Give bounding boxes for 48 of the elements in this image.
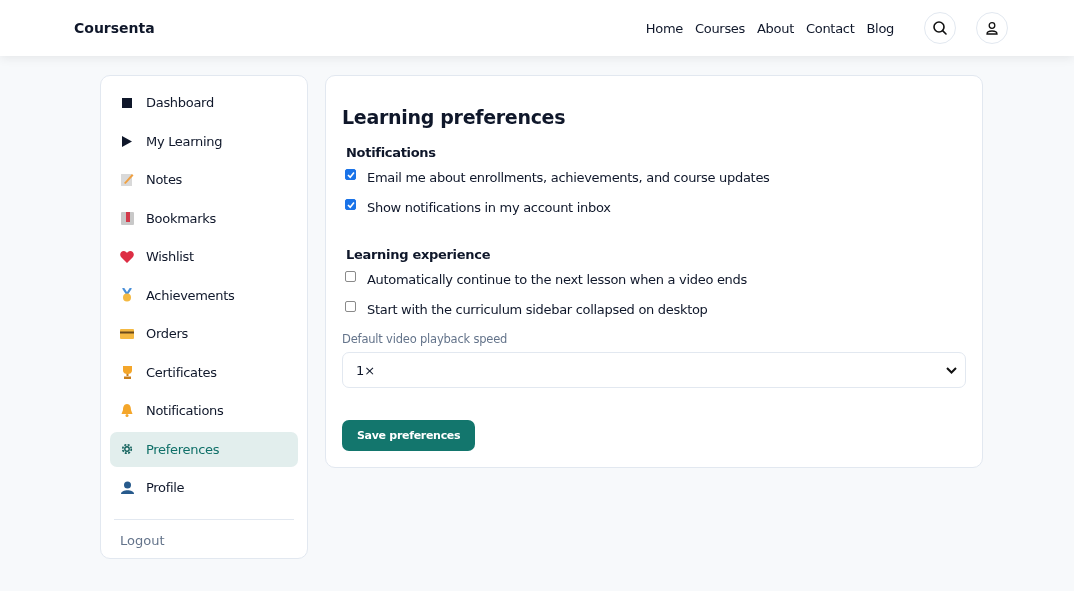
save-button[interactable]: Save preferences [342, 420, 476, 451]
checkbox-label: Show notifications in my account inbox [367, 200, 611, 215]
sidebar-item[interactable]: My Learning [110, 123, 298, 159]
chevron-down-icon [946, 366, 957, 374]
checkbox-label: Email me about enrollments, achievements, and course updates [367, 170, 770, 185]
bell-icon [121, 404, 133, 417]
checkbox[interactable] [345, 271, 356, 282]
sidebar-item[interactable]: Preferences [110, 431, 298, 467]
brand-logo[interactable]: Coursenta [74, 20, 155, 36]
nav-link[interactable]: Contact [805, 20, 855, 36]
memo-icon [120, 173, 134, 186]
trophy-icon [120, 365, 134, 379]
checkbox-label: Automatically continue to the next lesson when a video ends [367, 272, 747, 287]
section-heading: Notifications [346, 145, 437, 160]
sidebar-item[interactable]: Wishlist [110, 239, 298, 274]
sidebar-item[interactable]: Notifications [110, 393, 298, 428]
sidebar-item[interactable]: Notes [110, 162, 298, 197]
sidebar-item[interactable]: Dashboard [110, 85, 298, 120]
speed-select[interactable]: 1× [342, 352, 966, 388]
play-icon [122, 135, 132, 147]
user-icon [985, 21, 999, 35]
section-heading: Learning experience [346, 247, 492, 262]
checkbox-label: Start with the curriculum sidebar collapsed on desktop [367, 302, 708, 317]
person-icon [120, 481, 134, 494]
logout-link[interactable]: Logout [110, 519, 298, 548]
sidebar-item[interactable]: Profile [110, 470, 298, 505]
field-label: Default video playback speed [342, 332, 509, 346]
checkbox[interactable] [345, 169, 356, 180]
search-icon [932, 20, 948, 36]
checkbox[interactable] [345, 199, 356, 210]
book-icon [120, 211, 134, 225]
sidebar-item[interactable]: Bookmarks [110, 200, 298, 236]
square-icon [122, 97, 132, 108]
nav-link[interactable]: Courses [694, 20, 746, 36]
checkbox[interactable] [345, 301, 356, 312]
search-button[interactable] [924, 12, 956, 44]
sidebar-item[interactable]: Certificates [110, 354, 298, 390]
nav-link[interactable]: About [757, 20, 794, 36]
page-title: Learning preferences [342, 106, 567, 128]
nav-link[interactable]: Home [645, 20, 683, 36]
sidebar-item[interactable]: Orders [110, 316, 298, 351]
nav-link[interactable]: Blog [866, 20, 894, 36]
gear-icon [121, 443, 133, 455]
sidebar-item[interactable]: Achievements [110, 277, 298, 313]
account-button[interactable] [976, 12, 1008, 44]
medal-icon [121, 288, 133, 302]
credit-card-icon [120, 328, 134, 339]
heart-icon [120, 250, 134, 263]
